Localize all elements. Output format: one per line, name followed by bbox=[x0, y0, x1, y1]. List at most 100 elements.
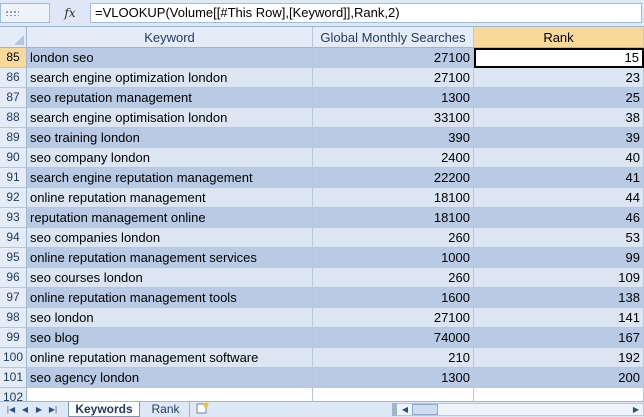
tab-split-handle[interactable] bbox=[392, 403, 397, 416]
table-row: 95 online reputation management services 1… bbox=[0, 248, 644, 268]
keyword-cell[interactable]: online reputation management services bbox=[27, 248, 313, 268]
searches-cell[interactable]: 260 bbox=[313, 228, 474, 248]
tab-rank[interactable]: Rank bbox=[142, 402, 190, 417]
row-number[interactable]: 100 bbox=[0, 348, 27, 368]
keyword-cell[interactable]: seo blog bbox=[27, 328, 313, 348]
searches-cell[interactable]: 260 bbox=[313, 268, 474, 288]
row-number[interactable]: 101 bbox=[0, 368, 27, 388]
keyword-cell[interactable]: reputation management online bbox=[27, 208, 313, 228]
row-number[interactable]: 93 bbox=[0, 208, 27, 228]
searches-cell[interactable]: 18100 bbox=[313, 188, 474, 208]
insert-sheet-icon[interactable] bbox=[192, 402, 212, 417]
table-row: 97 online reputation management tools 1600… bbox=[0, 288, 644, 308]
searches-cell[interactable]: 27100 bbox=[313, 48, 474, 68]
table-row: 94 seo companies london 260 53 bbox=[0, 228, 644, 248]
select-all-icon bbox=[14, 35, 24, 45]
rank-cell[interactable]: 141 bbox=[474, 308, 644, 328]
searches-cell[interactable]: 210 bbox=[313, 348, 474, 368]
searches-cell[interactable]: 27100 bbox=[313, 308, 474, 328]
rank-cell[interactable]: 53 bbox=[474, 228, 644, 248]
keyword-cell[interactable]: london seo bbox=[27, 48, 313, 68]
column-header-keyword[interactable]: Keyword bbox=[27, 27, 313, 48]
row-number[interactable]: 95 bbox=[0, 248, 27, 268]
name-box[interactable] bbox=[0, 3, 50, 23]
row-number[interactable]: 85 bbox=[0, 48, 27, 68]
rank-cell[interactable]: 44 bbox=[474, 188, 644, 208]
scroll-right-icon[interactable]: ▶ bbox=[630, 403, 642, 416]
rank-cell[interactable]: 41 bbox=[474, 168, 644, 188]
searches-cell[interactable]: 1600 bbox=[313, 288, 474, 308]
rank-cell[interactable]: 167 bbox=[474, 328, 644, 348]
rank-cell[interactable]: 138 bbox=[474, 288, 644, 308]
keyword-cell[interactable]: seo companies london bbox=[27, 228, 313, 248]
rank-cell[interactable]: 46 bbox=[474, 208, 644, 228]
column-header-searches[interactable]: Global Monthly Searches bbox=[313, 27, 474, 48]
row-number[interactable]: 86 bbox=[0, 68, 27, 88]
table-row: 98 seo london 27100 141 bbox=[0, 308, 644, 328]
row-number[interactable]: 94 bbox=[0, 228, 27, 248]
rank-cell[interactable]: 23 bbox=[474, 68, 644, 88]
select-all-corner[interactable] bbox=[0, 27, 27, 48]
row-number[interactable]: 99 bbox=[0, 328, 27, 348]
row-number[interactable]: 98 bbox=[0, 308, 27, 328]
table-row: 100 online reputation management software… bbox=[0, 348, 644, 368]
keyword-cell[interactable]: online reputation management tools bbox=[27, 288, 313, 308]
insert-function-icon[interactable]: fx bbox=[52, 3, 88, 23]
keyword-cell[interactable]: online reputation management bbox=[27, 188, 313, 208]
searches-cell[interactable]: 1300 bbox=[313, 368, 474, 388]
keyword-cell[interactable]: seo courses london bbox=[27, 268, 313, 288]
new-sheet-glyph bbox=[196, 402, 209, 414]
keyword-cell[interactable]: seo company london bbox=[27, 148, 313, 168]
row-number[interactable]: 88 bbox=[0, 108, 27, 128]
searches-cell[interactable]: 390 bbox=[313, 128, 474, 148]
searches-cell[interactable]: 74000 bbox=[313, 328, 474, 348]
rank-cell[interactable]: 40 bbox=[474, 148, 644, 168]
searches-cell[interactable]: 1300 bbox=[313, 88, 474, 108]
first-sheet-icon[interactable]: |◀ bbox=[6, 405, 16, 415]
last-sheet-icon[interactable]: ▶| bbox=[48, 405, 58, 415]
row-number[interactable]: 87 bbox=[0, 88, 27, 108]
formula-input[interactable]: =VLOOKUP(Volume[[#This Row],[Keyword]],R… bbox=[90, 3, 642, 23]
searches-cell[interactable]: 2400 bbox=[313, 148, 474, 168]
column-header-rank[interactable]: Rank bbox=[474, 27, 644, 48]
tab-keywords[interactable]: Keywords bbox=[68, 402, 140, 417]
rank-cell[interactable]: 99 bbox=[474, 248, 644, 268]
keyword-cell[interactable]: search engine reputation management bbox=[27, 168, 313, 188]
spreadsheet-grid: Keyword Global Monthly Searches Rank 85 l… bbox=[0, 27, 644, 408]
table-row: 101 seo agency london 1300 200 bbox=[0, 368, 644, 388]
rank-cell[interactable]: 39 bbox=[474, 128, 644, 148]
row-number[interactable]: 92 bbox=[0, 188, 27, 208]
searches-cell[interactable]: 27100 bbox=[313, 68, 474, 88]
keyword-cell[interactable]: online reputation management software bbox=[27, 348, 313, 368]
keyword-cell[interactable]: seo agency london bbox=[27, 368, 313, 388]
row-number[interactable]: 89 bbox=[0, 128, 27, 148]
row-number[interactable]: 96 bbox=[0, 268, 27, 288]
sheet-tab-bar: |◀ ◀ ▶ ▶| Keywords Rank ◀ ▶ bbox=[0, 401, 644, 417]
row-number[interactable]: 90 bbox=[0, 148, 27, 168]
searches-cell[interactable]: 33100 bbox=[313, 108, 474, 128]
table-row: 93 reputation management online 18100 46 bbox=[0, 208, 644, 228]
rank-cell[interactable]: 192 bbox=[474, 348, 644, 368]
keyword-cell[interactable]: search engine optimisation london bbox=[27, 108, 313, 128]
row-number[interactable]: 91 bbox=[0, 168, 27, 188]
rank-cell[interactable]: 38 bbox=[474, 108, 644, 128]
searches-cell[interactable]: 18100 bbox=[313, 208, 474, 228]
rank-cell[interactable]: 25 bbox=[474, 88, 644, 108]
searches-cell[interactable]: 22200 bbox=[313, 168, 474, 188]
searches-cell[interactable]: 1000 bbox=[313, 248, 474, 268]
keyword-cell[interactable]: seo reputation management bbox=[27, 88, 313, 108]
table-row: 87 seo reputation management 1300 25 bbox=[0, 88, 644, 108]
keyword-cell[interactable]: seo london bbox=[27, 308, 313, 328]
rank-cell[interactable]: 15 bbox=[474, 48, 644, 68]
rank-cell[interactable]: 200 bbox=[474, 368, 644, 388]
keyword-cell[interactable]: search engine optimization london bbox=[27, 68, 313, 88]
keyword-cell[interactable]: seo training london bbox=[27, 128, 313, 148]
rank-cell[interactable]: 109 bbox=[474, 268, 644, 288]
table-row: 85 london seo 27100 15 bbox=[0, 48, 644, 68]
prev-sheet-icon[interactable]: ◀ bbox=[20, 405, 30, 415]
row-number[interactable]: 97 bbox=[0, 288, 27, 308]
table-row: 89 seo training london 390 39 bbox=[0, 128, 644, 148]
scroll-left-icon[interactable]: ◀ bbox=[399, 403, 411, 416]
scroll-thumb[interactable] bbox=[412, 404, 438, 415]
next-sheet-icon[interactable]: ▶ bbox=[34, 405, 44, 415]
